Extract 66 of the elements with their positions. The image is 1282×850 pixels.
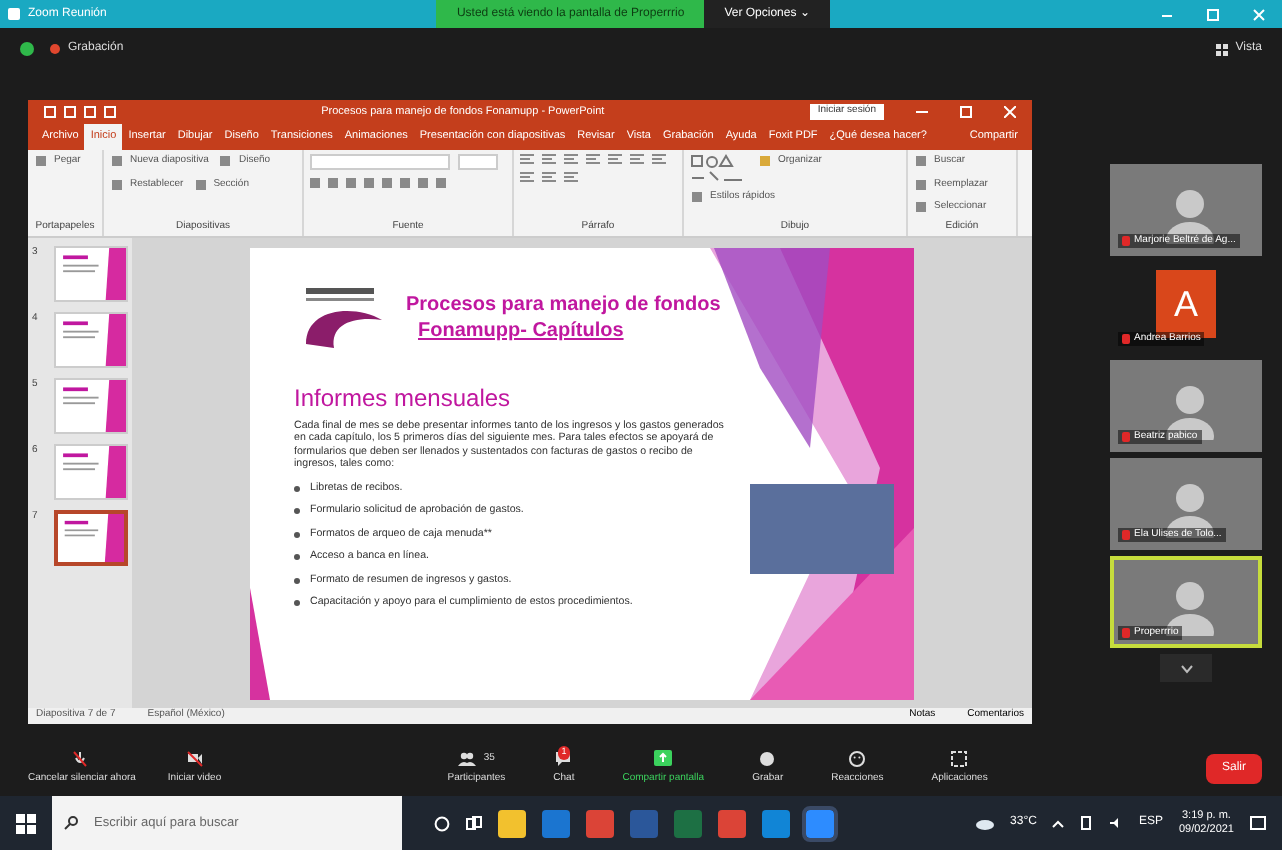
- zoom-logo-icon: [8, 8, 20, 20]
- slide-title: Procesos para manejo de fondos: [406, 291, 721, 317]
- smiley-icon: [848, 749, 867, 768]
- muted-mic-icon: [1122, 431, 1130, 442]
- scroll-down-button[interactable]: [1160, 654, 1212, 682]
- grid-icon: [1215, 43, 1228, 55]
- paragraph-icon[interactable]: [542, 172, 556, 182]
- font-name-field[interactable]: [310, 154, 450, 170]
- paragraph-icon[interactable]: [630, 154, 644, 164]
- ribbon-button-icon: [916, 202, 926, 213]
- muted-mic-icon: [1122, 627, 1130, 638]
- search-icon: [64, 816, 78, 830]
- paragraph-icon[interactable]: [608, 154, 622, 164]
- people-icon: [457, 749, 476, 768]
- minimize-icon[interactable]: [916, 106, 928, 118]
- photo-placeholder: [750, 483, 894, 573]
- ribbon-button-icon: [916, 156, 926, 167]
- ribbon-button-icon: [195, 179, 206, 190]
- bullet-icon: [294, 485, 300, 492]
- recording-icon: [50, 44, 60, 54]
- ribbon-button-icon: [692, 192, 702, 203]
- ribbon-button-icon: [112, 156, 122, 167]
- paragraph-icon[interactable]: [520, 172, 534, 182]
- slide-heading: Informes mensuales: [294, 381, 513, 415]
- app-icon[interactable]: [498, 809, 526, 837]
- bullet-icon: [294, 554, 300, 561]
- apps-icon: [950, 749, 969, 768]
- paragraph-icon[interactable]: [564, 154, 578, 164]
- bullet-icon: [294, 531, 300, 538]
- person-silhouette-icon: [1164, 380, 1216, 440]
- muted-mic-icon: [1122, 333, 1130, 344]
- maximize-icon[interactable]: [1206, 7, 1220, 21]
- paragraph-icon[interactable]: [652, 154, 666, 164]
- paragraph-icon[interactable]: [542, 154, 556, 164]
- slide-title: Fonamupp- Capítulos: [416, 317, 626, 343]
- muted-mic-icon: [72, 749, 91, 768]
- ribbon-button-icon: [916, 179, 926, 190]
- bullet-icon: [294, 600, 300, 607]
- cloud-icon: [976, 817, 995, 829]
- ribbon-button-icon: [112, 179, 122, 190]
- close-icon[interactable]: [1252, 7, 1266, 21]
- record-icon: [758, 749, 777, 768]
- windows-start-icon[interactable]: [16, 813, 36, 833]
- muted-mic-icon: [1122, 529, 1130, 540]
- chevron-up-icon[interactable]: [1052, 819, 1065, 827]
- bullet-icon: [294, 577, 300, 584]
- paragraph-icon[interactable]: [564, 172, 578, 182]
- video-off-icon: [185, 749, 204, 768]
- paragraph-icon[interactable]: [520, 154, 534, 164]
- slide-thumbnail[interactable]: [53, 510, 128, 566]
- share-screen-icon: [654, 749, 673, 768]
- task-view-icon[interactable]: [466, 815, 482, 831]
- close-icon[interactable]: [1004, 106, 1016, 118]
- battery-icon[interactable]: [1080, 816, 1093, 830]
- maximize-icon[interactable]: [960, 106, 972, 118]
- ribbon-button-icon: [36, 156, 46, 167]
- app-icon[interactable]: [762, 809, 790, 837]
- cortana-icon[interactable]: [434, 815, 450, 831]
- font-size-field[interactable]: [458, 154, 498, 170]
- muted-mic-icon: [1122, 235, 1130, 246]
- bullet-icon: [294, 508, 300, 515]
- speaker-icon[interactable]: [1108, 816, 1123, 830]
- chevron-down-icon: [1179, 663, 1193, 673]
- ribbon-button-icon: [220, 156, 231, 167]
- ribbon-button-icon: [760, 156, 770, 167]
- paragraph-icon[interactable]: [586, 154, 600, 164]
